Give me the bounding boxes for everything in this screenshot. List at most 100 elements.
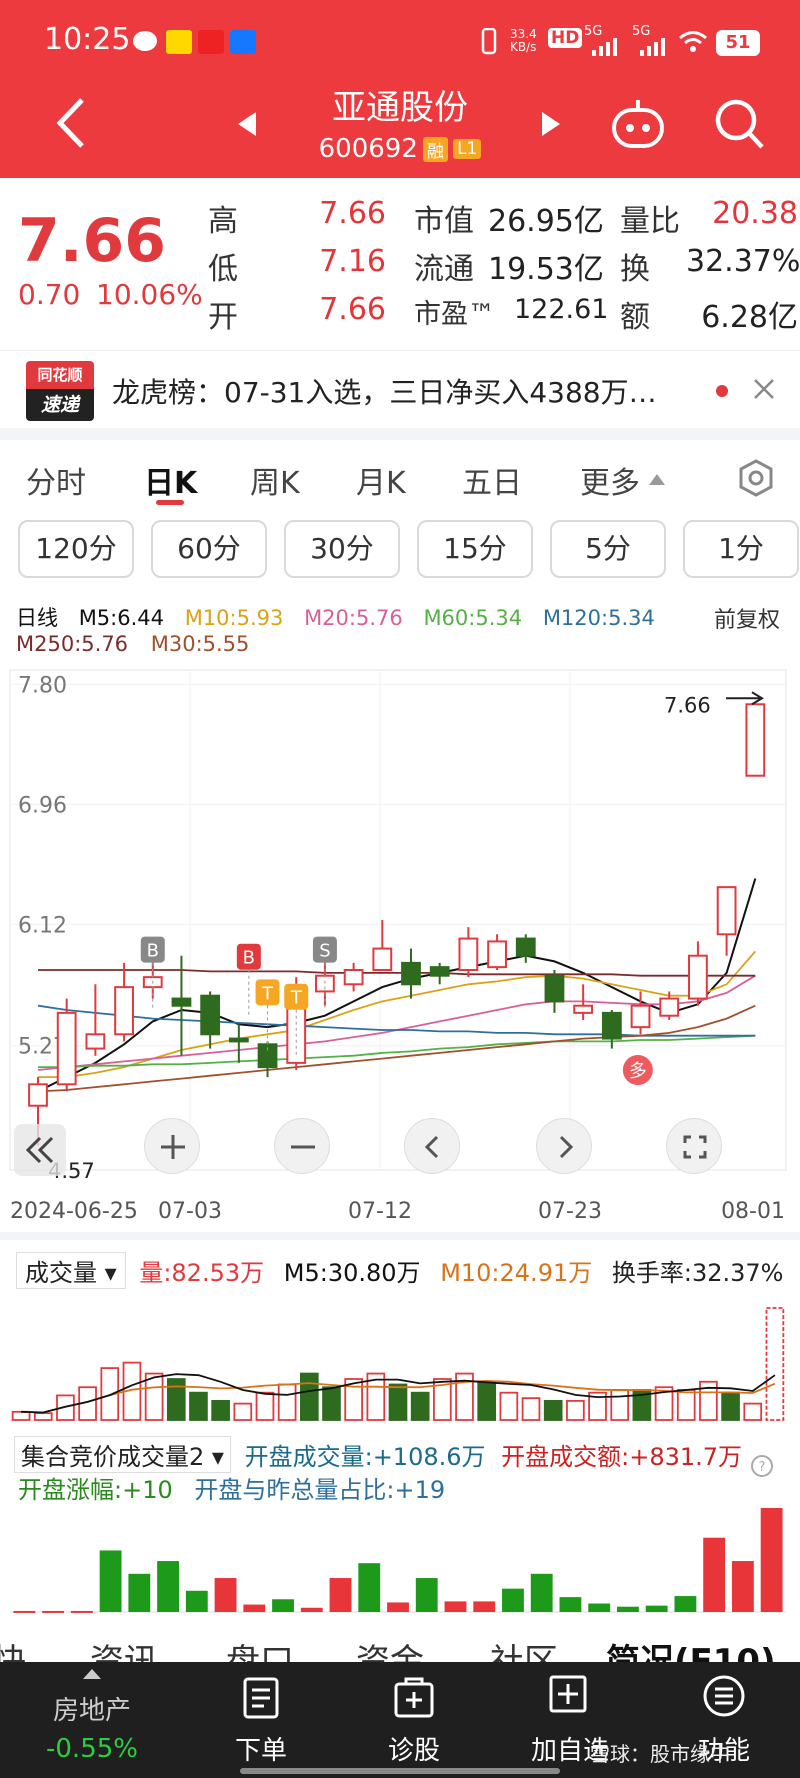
candle-body — [688, 954, 708, 1000]
volume-bar — [765, 1307, 785, 1421]
wifi-icon — [679, 31, 707, 52]
info-tab-orderbook[interactable]: 盘口 — [226, 1634, 294, 1664]
battery-indicator: 51 — [716, 30, 760, 56]
y-tick-label: 6.12 — [18, 913, 67, 938]
volume-bar — [721, 1391, 740, 1421]
info-tab-f10[interactable]: 简况(F10) — [606, 1634, 776, 1664]
fullscreen-button[interactable] — [666, 1118, 722, 1174]
volume-bar — [388, 1383, 408, 1421]
auction-indicator-select[interactable]: 集合竞价成交量2 ▾ — [14, 1436, 231, 1473]
tab-more[interactable]: 更多 — [580, 458, 640, 502]
order-icon — [243, 1677, 279, 1719]
auction-bar — [588, 1603, 611, 1612]
signal-label-1: 5G — [584, 24, 603, 39]
bottom-signal-label: 多 — [629, 1061, 647, 1082]
tab-daily-k[interactable]: 日K — [144, 458, 197, 502]
signal-marker-label: B — [147, 941, 159, 962]
collapse-left-button[interactable] — [14, 1124, 66, 1176]
auction-bar — [214, 1578, 237, 1612]
tab-intraday[interactable]: 分时 — [26, 458, 86, 502]
quote-panel: 7.66 0.70 10.06% 高 7.66 低 7.16 开 7.66 市值… — [0, 178, 800, 348]
period-60min[interactable]: 60分 — [151, 520, 267, 578]
volume-m10: M10:24.91万 — [440, 1259, 593, 1287]
volume-chart[interactable] — [0, 1284, 800, 1422]
robot-assistant-icon[interactable] — [608, 94, 668, 154]
info-tab-community[interactable]: 社区 — [490, 1634, 558, 1664]
info-tab-news[interactable]: 资讯 — [90, 1634, 158, 1664]
chevron-left-icon — [424, 1135, 439, 1159]
period-120min[interactable]: 120分 — [18, 520, 134, 578]
diagnose-icon — [394, 1677, 434, 1718]
volume-bar — [499, 1391, 519, 1421]
candle-body — [487, 940, 507, 969]
volume-bar — [11, 1410, 31, 1421]
volume-bar — [521, 1397, 541, 1421]
current-price: 7.66 — [18, 206, 167, 276]
period-5min[interactable]: 5分 — [550, 520, 666, 578]
svg-text:?: ? — [759, 1460, 766, 1475]
pe-value: 122.61 — [514, 294, 609, 325]
candle-body — [630, 1004, 651, 1029]
zoom-out-button[interactable] — [274, 1118, 330, 1174]
max-price-label: 7.66 — [664, 693, 711, 717]
nav-order[interactable]: 下单 — [211, 1730, 311, 1767]
candle-body — [544, 974, 565, 1003]
fullscreen-icon — [683, 1135, 707, 1159]
search-icon[interactable] — [712, 96, 766, 152]
auction-open-vol: 开盘成交量:+108.6万 — [244, 1443, 486, 1471]
auction-bar — [760, 1508, 783, 1612]
sector-name[interactable]: 房地产 — [32, 1690, 152, 1727]
x-axis-label: 08-01 — [721, 1199, 785, 1224]
volume-bar — [543, 1399, 563, 1421]
news-banner[interactable]: 同花顺 速递 龙虎榜：07-31入选，三日净买入4388万… — [0, 350, 800, 430]
signal-icon-1 — [592, 38, 617, 56]
volume-bar — [144, 1372, 164, 1421]
close-icon[interactable] — [752, 377, 776, 401]
next-stock-icon[interactable] — [540, 110, 562, 138]
volume-bar — [676, 1389, 696, 1421]
status-time: 10:25 — [44, 22, 131, 57]
double-chevron-left-icon — [25, 1136, 54, 1164]
period-1min[interactable]: 1分 — [683, 520, 799, 578]
high-value: 7.66 — [319, 196, 386, 231]
auction-bar — [128, 1573, 151, 1612]
watermark: 雪球：股市缘中 — [590, 1742, 730, 1766]
stock-title: 亚通股份 — [332, 88, 468, 128]
ths-logo: 同花顺 速递 — [26, 361, 94, 423]
auction-bar — [272, 1599, 294, 1612]
separator — [0, 1232, 800, 1240]
period-30min[interactable]: 30分 — [284, 520, 400, 578]
nav-diagnose[interactable]: 诊股 — [364, 1730, 464, 1767]
auction-bar — [358, 1563, 381, 1612]
tab-weekly-k[interactable]: 周K — [250, 458, 300, 502]
period-15min[interactable]: 15分 — [417, 520, 533, 578]
pe-label: 市盈™ — [414, 299, 495, 330]
auction-bar — [13, 1610, 36, 1613]
pan-left-button[interactable] — [404, 1118, 460, 1174]
stock-code-row: 600692 融 L1 — [300, 134, 500, 168]
help-icon[interactable]: ? — [750, 1454, 774, 1478]
tab-five-day[interactable]: 五日 — [462, 458, 522, 502]
adjust-mode[interactable]: 前复权 — [714, 602, 780, 634]
info-tab-0[interactable]: 快 — [0, 1634, 26, 1664]
candle-body — [28, 1083, 48, 1107]
auction-bar — [645, 1605, 668, 1612]
back-arrow-icon[interactable] — [52, 96, 88, 150]
info-tab-funds[interactable]: 资金 — [356, 1634, 424, 1664]
settings-hexagon-icon[interactable] — [736, 458, 776, 498]
level-badge: L1 — [453, 139, 482, 159]
pan-right-button[interactable] — [536, 1118, 592, 1174]
auction-bar — [731, 1561, 754, 1612]
bottom-nav: 房地产 -0.55% 下单 诊股 加自选 功能 雪球：股市缘中 — [0, 1662, 800, 1778]
volume-bar — [322, 1386, 341, 1421]
hd-badge: HD — [548, 28, 583, 48]
candle-body — [601, 1011, 622, 1040]
auction-bar — [502, 1588, 524, 1612]
auction-bar — [99, 1550, 122, 1612]
auction-header: 集合竞价成交量2 ▾ 开盘成交量:+108.6万 开盘成交额:+831.7万 — [14, 1436, 786, 1473]
turnover-label: 换 — [620, 252, 650, 287]
tab-monthly-k[interactable]: 月K — [356, 458, 406, 502]
zoom-in-button[interactable] — [144, 1118, 200, 1174]
candle-body — [85, 1033, 106, 1050]
prev-stock-icon[interactable] — [236, 110, 258, 138]
